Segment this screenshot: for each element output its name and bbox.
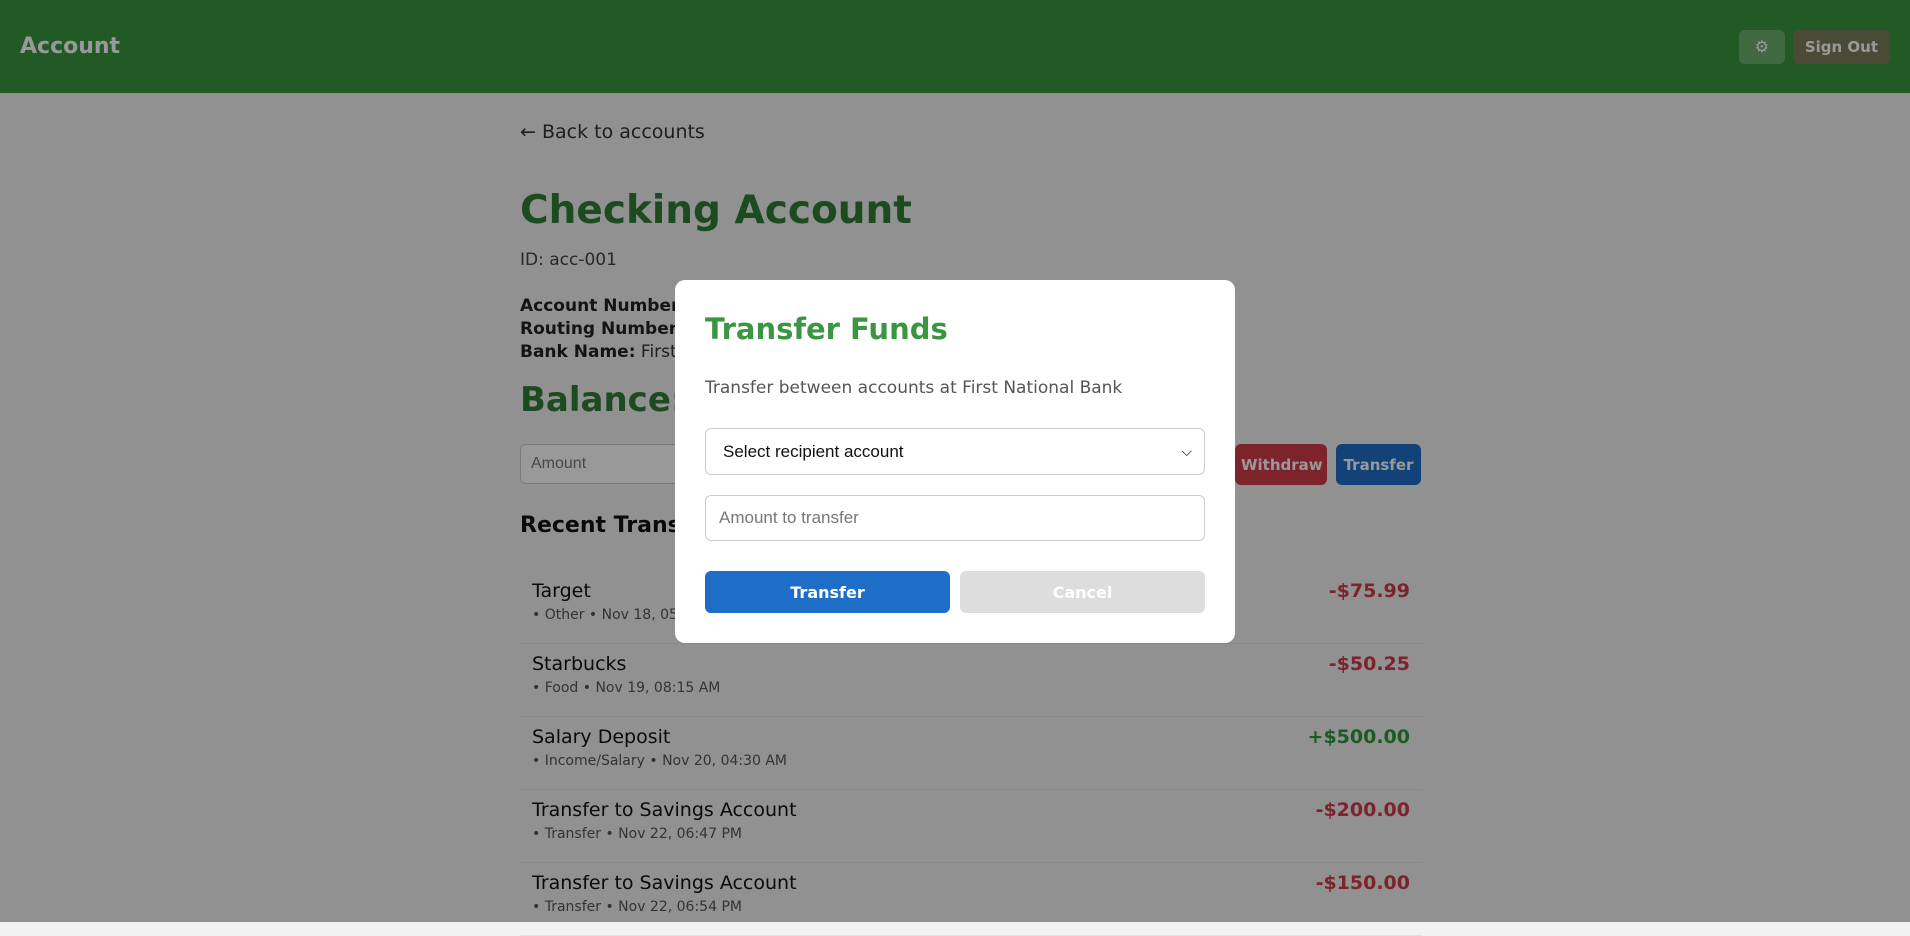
modal-title: Transfer Funds — [705, 312, 948, 346]
modal-description: Transfer between accounts at First Natio… — [705, 378, 1123, 398]
chevron-down-icon: ⌵ — [1181, 443, 1192, 459]
modal-cancel-button[interactable]: Cancel — [960, 571, 1205, 613]
recipient-account-select[interactable]: Select recipient account ⌵ — [705, 428, 1205, 475]
modal-transfer-button[interactable]: Transfer — [705, 571, 950, 613]
transfer-amount-input[interactable] — [705, 495, 1205, 541]
select-value: Select recipient account — [723, 441, 904, 461]
transfer-funds-modal: Transfer Funds Transfer between accounts… — [675, 280, 1235, 643]
